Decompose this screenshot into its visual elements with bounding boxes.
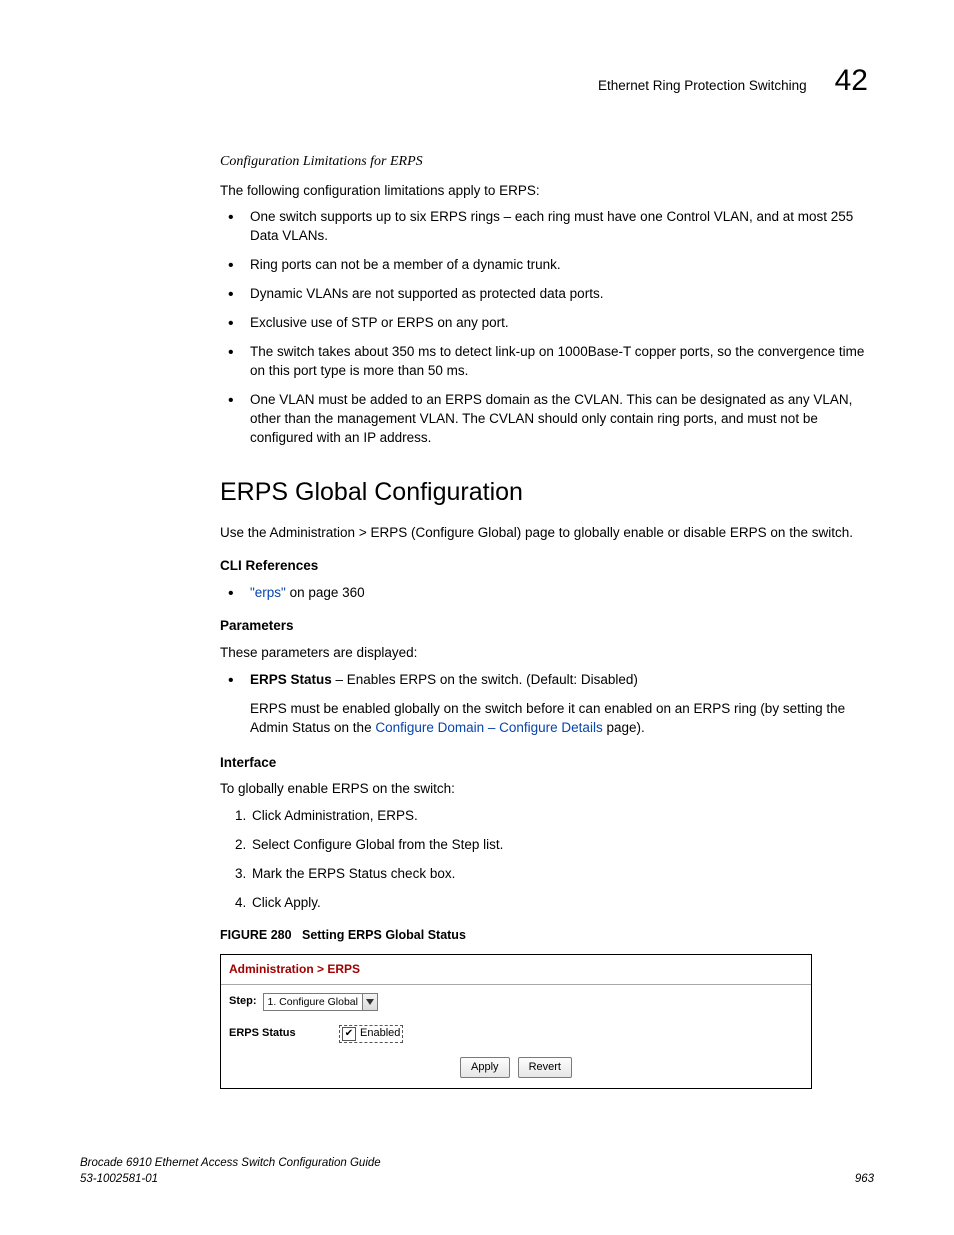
configure-domain-link[interactable]: Configure Domain – Configure Details <box>375 720 602 735</box>
apply-button[interactable]: Apply <box>460 1057 510 1078</box>
footer-doc-number: 53-1002581-01 <box>80 1171 381 1187</box>
erps-link[interactable]: "erps" <box>250 585 286 600</box>
revert-button[interactable]: Revert <box>518 1057 572 1078</box>
step-label: Step: <box>229 994 257 1009</box>
list-item: Ring ports can not be a member of a dyna… <box>220 256 874 275</box>
page-footer: Brocade 6910 Ethernet Access Switch Conf… <box>80 1155 874 1187</box>
enabled-checkbox-label: Enabled <box>360 1026 400 1041</box>
cli-rest: on page 360 <box>286 585 365 600</box>
list-item: Click Administration, ERPS. <box>250 807 874 826</box>
figure-number: FIGURE 280 <box>220 928 292 942</box>
step-select[interactable]: 1. Configure Global <box>263 993 378 1011</box>
list-item: Exclusive use of STP or ERPS on any port… <box>220 314 874 333</box>
section-title: ERPS Global Configuration <box>220 475 874 510</box>
figure-caption: FIGURE 280 Setting ERPS Global Status <box>220 927 874 945</box>
erps-status-desc: – Enables ERPS on the switch. (Default: … <box>332 672 638 687</box>
cli-references-label: CLI References <box>220 557 874 576</box>
running-title: Ethernet Ring Protection Switching <box>598 77 807 96</box>
list-item: Click Apply. <box>250 894 874 913</box>
limitations-list: One switch supports up to six ERPS rings… <box>220 208 874 447</box>
chevron-down-icon <box>362 994 377 1010</box>
list-item: One VLAN must be added to an ERPS domain… <box>220 391 874 448</box>
erps-status-label: ERPS Status <box>250 672 332 687</box>
page-number: 963 <box>855 1171 874 1187</box>
erps-status-row-label: ERPS Status <box>229 1026 333 1041</box>
figure-panel: Administration > ERPS Step: 1. Configure… <box>220 954 812 1089</box>
erps-note: ERPS must be enabled globally on the swi… <box>250 700 874 738</box>
enabled-checkbox[interactable]: ✔ <box>342 1027 356 1041</box>
figure-title: Setting ERPS Global Status <box>302 928 466 942</box>
limitations-intro: The following configuration limitations … <box>220 182 874 201</box>
enabled-checkbox-wrapper: ✔ Enabled <box>339 1025 403 1042</box>
section-desc: Use the Administration > ERPS (Configure… <box>220 524 874 543</box>
panel-title: Administration > ERPS <box>221 955 811 985</box>
parameters-label: Parameters <box>220 617 874 636</box>
interface-label: Interface <box>220 754 874 773</box>
list-item: Dynamic VLANs are not supported as prote… <box>220 285 874 304</box>
list-item: ERPS Status – Enables ERPS on the switch… <box>220 671 874 738</box>
list-item: "erps" on page 360 <box>220 584 874 603</box>
step-select-value: 1. Configure Global <box>264 995 362 1010</box>
interface-steps: Click Administration, ERPS. Select Confi… <box>220 807 874 913</box>
list-item: Select Configure Global from the Step li… <box>250 836 874 855</box>
chapter-number: 42 <box>835 60 868 102</box>
list-item: The switch takes about 350 ms to detect … <box>220 343 874 381</box>
step-row: Step: 1. Configure Global <box>229 993 803 1011</box>
interface-intro: To globally enable ERPS on the switch: <box>220 780 874 799</box>
running-header: Ethernet Ring Protection Switching 42 <box>80 60 874 102</box>
erps-status-row: ERPS Status ✔ Enabled <box>229 1025 803 1042</box>
list-item: Mark the ERPS Status check box. <box>250 865 874 884</box>
parameters-intro: These parameters are displayed: <box>220 644 874 663</box>
footer-doc-title: Brocade 6910 Ethernet Access Switch Conf… <box>80 1155 381 1171</box>
list-item: One switch supports up to six ERPS rings… <box>220 208 874 246</box>
limitations-heading: Configuration Limitations for ERPS <box>220 152 874 172</box>
